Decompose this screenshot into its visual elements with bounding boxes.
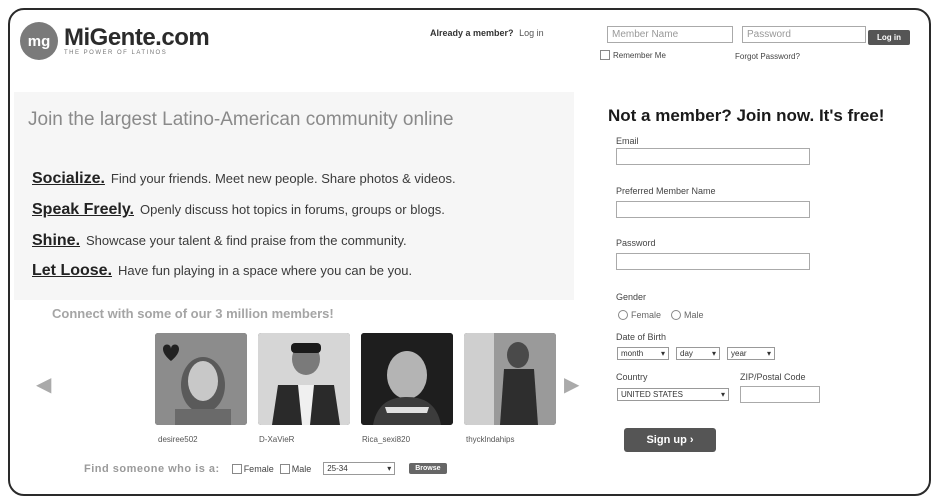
hero-headline: Join the largest Latino-American communi… [28,109,454,130]
member-photo[interactable] [258,333,350,425]
login-button[interactable]: Log in [868,30,910,45]
already-member-text: Already a member? [430,28,514,38]
email-field[interactable] [616,148,810,165]
carousel-left-arrow-icon[interactable]: ◀ [36,372,51,397]
member-name-link[interactable]: desiree502 [158,435,198,444]
female-checkbox[interactable] [231,463,242,474]
feature-text: Showcase your talent & find praise from … [86,233,407,248]
feature-title[interactable]: Let Loose. [32,262,112,279]
chevron-down-icon: ▾ [720,390,725,399]
gender-options: Female Male [618,310,704,320]
logo-name: MiGente.com [64,24,210,51]
country-value: UNITED STATES [621,390,683,399]
female-radio[interactable] [618,310,628,320]
logo-badge: mg [20,22,58,60]
gender-male-option[interactable]: Male [671,310,704,320]
remember-me-checkbox[interactable] [600,50,610,60]
country-label: Country [616,372,648,382]
dob-day-select[interactable]: day ▾ [676,347,720,360]
zip-label: ZIP/Postal Code [740,372,806,382]
chevron-down-icon: ▾ [660,349,665,358]
find-label: Find someone who is a: [84,462,220,475]
feature-speak-freely: Speak Freely. Openly discuss hot topics i… [32,201,445,219]
preferred-member-name-field[interactable] [616,201,810,218]
email-label: Email [616,136,639,146]
member-photo-image [464,333,556,425]
dob-label: Date of Birth [616,332,667,342]
gender-label: Gender [616,292,647,302]
feature-socialize: Socialize. Find your friends. Meet new pe… [32,170,456,188]
login-link[interactable]: Log in [519,28,544,38]
dob-month-value: month [621,349,644,358]
female-label: Female [243,463,274,474]
male-checkbox[interactable] [279,463,290,474]
member-name-link[interactable]: thycklndahips [466,435,514,444]
feature-text: Have fun playing in a space where you ca… [118,263,413,278]
male-radio[interactable] [671,310,682,320]
zip-field[interactable] [740,386,820,403]
feature-title[interactable]: Speak Freely. [32,201,134,218]
member-name-link[interactable]: Rica_sexi820 [362,435,410,444]
country-select[interactable]: UNITED STATES ▾ [617,388,729,401]
find-male-option[interactable]: Male [279,463,312,474]
signup-button[interactable]: Sign up › [624,428,716,452]
join-password-field[interactable] [616,253,810,270]
dob-month-select[interactable]: month ▾ [617,347,669,360]
member-name-input[interactable]: Member Name [607,26,733,43]
age-range-select[interactable]: 25-34 ▾ [323,462,396,475]
feature-let-loose: Let Loose. Have fun playing in a space wh… [32,262,412,280]
female-radio-label: Female [631,310,662,320]
already-member-prompt: Already a member? Log in [430,28,544,38]
feature-text: Openly discuss hot topics in forums, gro… [139,202,445,217]
forgot-password-link[interactable]: Forgot Password? [735,52,800,61]
male-radio-label: Male [684,310,704,320]
male-label: Male [291,463,312,474]
password-input[interactable]: Password [742,26,866,43]
find-someone-bar: Find someone who is a: Female Male 25-34… [84,462,447,475]
password-label: Password [616,238,656,248]
chevron-down-icon: ▾ [387,464,392,473]
feature-text: Find your friends. Meet new people. Shar… [110,171,456,186]
browse-button[interactable]: Browse [409,463,447,474]
remember-me-label: Remember Me [613,50,666,60]
member-photo[interactable] [464,333,556,425]
chevron-down-icon: ▾ [766,349,771,358]
member-photo-image [155,333,247,425]
member-name-link[interactable]: D-XaVieR [259,435,294,444]
find-female-option[interactable]: Female [231,463,274,474]
dob-day-value: day [680,349,693,358]
age-range-value: 25-34 [327,464,348,473]
gender-female-option[interactable]: Female [618,310,661,320]
chevron-down-icon: ▾ [711,349,716,358]
feature-shine: Shine. Showcase your talent & find praise… [32,232,407,250]
dob-year-select[interactable]: year ▾ [727,347,775,360]
members-heading: Connect with some of our 3 million membe… [52,306,334,321]
carousel-right-arrow-icon[interactable]: ▶ [564,372,579,397]
feature-title[interactable]: Socialize. [32,170,105,187]
remember-me[interactable]: Remember Me [600,50,666,60]
member-photo[interactable] [361,333,453,425]
member-name-label: Preferred Member Name [616,186,716,196]
join-title: Not a member? Join now. It's free! [608,106,885,125]
site-logo[interactable]: mg MiGente.com THE POWER OF LATINOS [20,22,210,60]
feature-title[interactable]: Shine. [32,232,80,249]
member-photo-image [361,333,453,425]
member-photo[interactable] [155,333,247,425]
dob-year-value: year [731,349,747,358]
member-photo-image [258,333,350,425]
